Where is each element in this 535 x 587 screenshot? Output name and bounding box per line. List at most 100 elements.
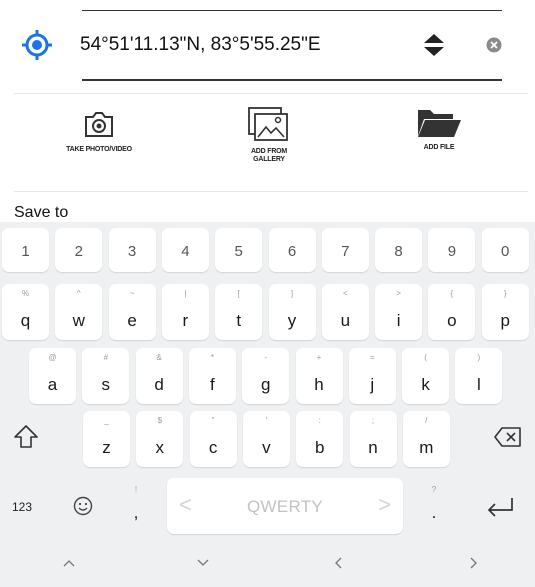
key-7[interactable]: 7 [321,228,369,272]
key-c[interactable]: " c [189,411,237,467]
my-location-icon[interactable] [21,29,53,61]
key-2[interactable]: 2 [55,228,103,272]
sort-arrows-icon[interactable] [423,33,445,57]
key-w[interactable]: ^ w [55,284,103,340]
shift-icon [14,425,38,448]
key-label: 2 [74,243,83,260]
enter-key[interactable] [470,480,530,532]
symbols-key[interactable]: 123 [2,480,52,532]
key-secondary-label: " [211,416,215,425]
divider-line [82,10,502,11]
key-label: 0 [501,243,510,260]
key-r[interactable]: | r [161,284,209,340]
comma-key[interactable]: ! , [112,480,160,532]
comma-key-label: , [133,503,139,522]
key-label: l [477,375,481,394]
key-o[interactable]: {o [428,284,476,340]
shift-key[interactable] [4,415,48,459]
key-e[interactable]: ~ e [108,284,156,340]
add-file-button[interactable]: ADD FILE [364,106,514,186]
emoji-key[interactable] [58,480,108,532]
key-m[interactable]: / m [402,411,450,467]
key-k[interactable]: (k [402,348,450,404]
key-label: 4 [181,243,190,260]
chevron-right-icon[interactable] [462,556,484,570]
key-g[interactable]: -g [242,348,290,404]
key-i[interactable]: > i [375,284,423,340]
key-9[interactable]: 9 [428,228,476,272]
key-x[interactable]: $ x [136,411,184,467]
key-label: h [314,375,324,394]
period-key-secondary: ? [431,485,437,494]
space-bar[interactable]: < QWERTY > [167,478,403,534]
input-underline [82,79,502,81]
key-secondary-label: $ [157,416,163,425]
chevron-left-icon[interactable] [328,556,350,570]
key-p[interactable]: } p [481,284,529,340]
key-secondary-label: ( [424,353,427,362]
key-label: t [236,311,242,330]
coordinates-input[interactable] [80,30,400,60]
key-l[interactable]: ) l [455,348,503,404]
key-label: k [421,375,430,394]
symbols-key-label: 123 [12,500,33,514]
add-from-gallery-label: ADD FROM GALLERY [250,148,288,163]
key-a[interactable]: @ a [29,348,76,404]
divider-line [14,191,528,192]
key-t[interactable]: [t [215,284,263,340]
key-j[interactable]: = j [348,348,396,404]
take-photo-label: TAKE PHOTO/VIDEO [66,146,132,153]
backspace-icon [494,427,521,447]
key-n[interactable]: ; n [349,411,397,467]
key-secondary-label: } [503,289,507,298]
key-label: 1 [21,243,30,260]
key-secondary-label: ] [290,289,294,298]
key-label: q [20,311,31,330]
backspace-key[interactable] [482,415,532,459]
key-secondary-label: - [264,353,268,362]
period-key-label: . [431,503,437,522]
key-label: f [210,375,215,394]
key-q[interactable]: % q [2,284,49,340]
comma-key-secondary: ! [134,485,138,494]
key-label: v [262,438,271,457]
key-secondary-label: _ [104,416,109,425]
key-label: 5 [234,243,243,260]
key-label: z [102,438,111,457]
key-5[interactable]: 5 [215,228,263,272]
chevron-up-icon[interactable] [58,556,80,570]
key-secondary-label: > [396,289,401,298]
key-8[interactable]: 8 [375,228,423,272]
key-label: y [287,311,297,330]
chevron-down-icon[interactable] [192,556,214,570]
key-u[interactable]: < u [321,284,369,340]
key-3[interactable]: 3 [108,228,156,272]
key-h[interactable]: + h [295,348,343,404]
key-0[interactable]: 0 [481,228,529,272]
key-label: b [314,438,325,457]
key-v[interactable]: ' v [242,411,290,467]
key-6[interactable]: 6 [268,228,316,272]
emoji-icon [73,496,93,516]
key-f[interactable]: * f [188,348,236,404]
clear-icon[interactable] [486,37,502,53]
key-label: j [370,375,375,394]
key-z[interactable]: _ z [83,411,130,467]
key-secondary-label: : [318,416,321,425]
key-label: o [447,311,457,330]
key-label: g [260,375,271,394]
key-label: n [368,438,378,457]
period-key[interactable]: ? . [410,480,458,532]
key-label: e [127,311,137,330]
key-s[interactable]: # s [82,348,130,404]
key-d[interactable]: & d [135,348,183,404]
key-b[interactable]: :b [296,411,344,467]
key-y[interactable]: ] y [268,284,316,340]
key-label: w [72,311,85,330]
key-4[interactable]: 4 [161,228,209,272]
space-right-arrow: > [378,492,391,517]
key-1[interactable]: 1 [2,228,49,272]
add-from-gallery-button[interactable]: ADD FROM GALLERY [194,106,344,186]
take-photo-video-button[interactable]: TAKE PHOTO/VIDEO [24,106,174,186]
key-label: a [47,375,58,394]
